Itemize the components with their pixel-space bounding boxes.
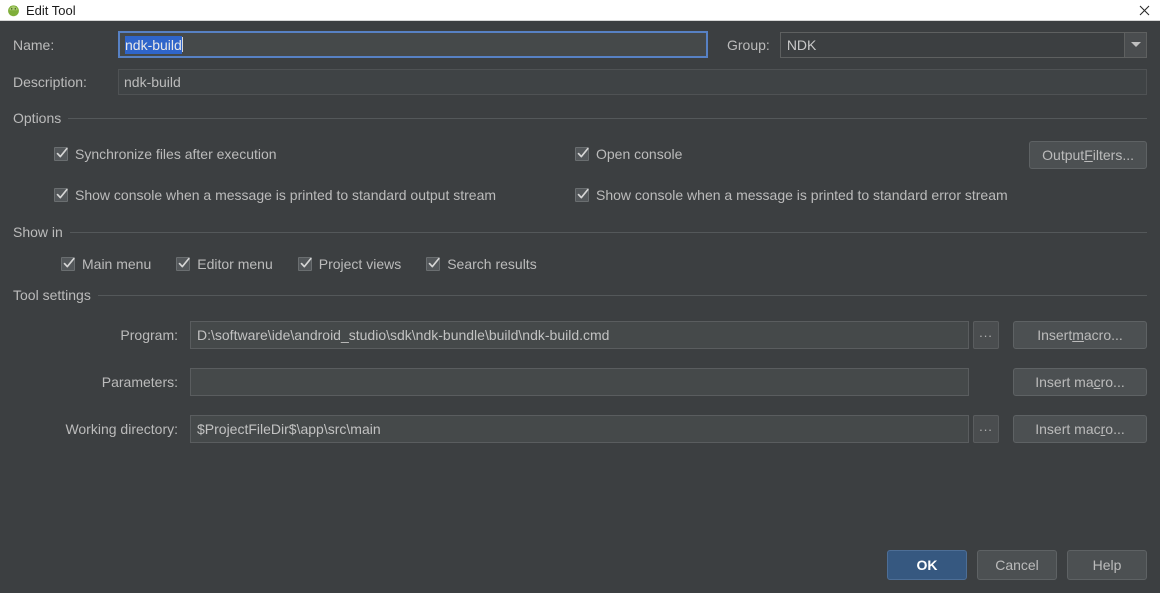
checkbox-label: Main menu [82,256,152,272]
show-in-section: Show in Main menu Editor menu Project vi… [13,224,1147,272]
tool-settings-section-title: Tool settings [13,287,91,303]
close-icon[interactable] [1136,2,1152,18]
parameters-label: Parameters: [101,374,178,390]
checkbox-label: Synchronize files after execution [75,146,277,162]
options-cell-stderr: Show console when a message is printed t… [575,187,1147,205]
options-checkbox-rows: Synchronize files after execution Open c… [13,141,1147,209]
group-combobox-value: NDK [786,36,817,53]
insert-macro-prefix: Insert ma [1035,374,1094,390]
options-row-2: Show console when a message is printed t… [13,183,1147,209]
titlebar-left-group: Edit Tool [7,4,76,17]
checkbox-label: Project views [318,256,402,272]
checkmark-icon [297,257,312,271]
chevron-down-icon[interactable] [1124,32,1146,57]
checkbox-synchronize-files[interactable]: Synchronize files after execution [54,146,277,162]
checkmark-icon [176,257,191,271]
options-row-1: Synchronize files after execution Open c… [13,141,1147,169]
checkmark-icon [575,147,589,161]
checkmark-icon [54,188,68,202]
insert-macro-prefix: Insert mac [1035,421,1101,437]
name-group-row: Name: ndk-build Group: NDK [13,21,1147,58]
parameters-insert-macro-button[interactable]: Insert ma c ro... [1013,368,1147,396]
checkbox-editor-menu[interactable]: Editor menu [176,256,273,272]
window-title: Edit Tool [26,2,76,18]
program-input[interactable]: D:\software\ide\android_studio\sdk\ndk-b… [190,321,969,349]
dialog-footer: OK Cancel Help [887,550,1147,580]
checkbox-label: Open console [596,146,683,162]
parameters-input[interactable] [190,368,969,396]
text-caret [181,37,183,52]
output-filters-mnemonic: F [1084,147,1093,163]
insert-macro-mnemonic: c [1093,374,1101,390]
description-input[interactable]: ndk-build [118,69,1147,95]
android-head-icon [7,4,20,17]
program-insert-macro-button[interactable]: Insert m acro... [1013,321,1147,349]
description-input-value: ndk-build [124,74,181,90]
checkbox-label: Show console when a message is printed t… [596,187,1008,203]
insert-macro-prefix: Insert [1037,327,1073,343]
checkbox-show-console-stderr[interactable]: Show console when a message is printed t… [575,187,1008,203]
options-cell-sync: Synchronize files after execution [13,146,575,164]
output-filters-button[interactable]: Output Filters... [1029,141,1147,169]
section-divider [68,117,1147,119]
parameters-row: Parameters: Insert ma c ro... [13,368,1147,396]
checkbox-label: Show console when a message is printed t… [75,187,497,203]
group-combobox[interactable]: NDK [779,31,1147,58]
description-label: Description: [13,74,87,90]
checkbox-label: Editor menu [197,256,273,272]
description-row: Description: ndk-build [13,69,1147,95]
working-directory-input-value: $ProjectFileDir$\app\src\main [197,421,381,437]
checkbox-main-menu[interactable]: Main menu [61,256,151,272]
tool-settings-section: Tool settings Program: D:\software\ide\a… [13,287,1147,443]
insert-macro-suffix: ro... [1100,374,1125,390]
options-section-title: Options [13,110,62,126]
options-cell-stdout: Show console when a message is printed t… [13,187,575,205]
tool-settings-section-header: Tool settings [13,287,1147,303]
show-in-section-title: Show in [13,224,63,240]
program-input-value: D:\software\ide\android_studio\sdk\ndk-b… [197,327,610,343]
checkmark-icon [426,257,441,271]
edit-tool-dialog: Name: ndk-build Group: NDK Description: … [0,21,1160,593]
name-label: Name: [13,36,55,53]
section-divider [69,231,1147,233]
insert-macro-suffix: o... [1105,421,1125,437]
ok-button[interactable]: OK [887,550,967,580]
checkmark-icon [575,188,589,202]
insert-macro-suffix: acro... [1083,327,1123,343]
window-titlebar: Edit Tool [0,0,1160,21]
checkbox-open-console[interactable]: Open console [575,146,682,162]
checkmark-icon [54,147,68,161]
options-section-header: Options [13,110,1147,126]
show-in-checkbox-row: Main menu Editor menu Project views Sear… [13,256,1147,272]
output-filters-suffix: ilters... [1092,147,1134,163]
checkbox-show-console-stdout[interactable]: Show console when a message is printed t… [54,187,496,203]
checkbox-project-views[interactable]: Project views [297,256,402,272]
checkmark-icon [61,257,75,271]
show-in-section-header: Show in [13,224,1147,240]
help-button[interactable]: Help [1067,550,1147,580]
checkbox-search-results[interactable]: Search results [426,256,537,272]
working-directory-insert-macro-button[interactable]: Insert mac r o... [1013,415,1147,443]
options-section: Options Synchronize files after executio… [13,110,1147,209]
working-directory-label: Working directory: [65,421,178,437]
output-filters-prefix: Output [1042,147,1085,163]
working-directory-browse-button[interactable]: ... [973,415,999,443]
working-directory-input[interactable]: $ProjectFileDir$\app\src\main [190,415,969,443]
program-row: Program: D:\software\ide\android_studio\… [13,321,1147,349]
cancel-button[interactable]: Cancel [977,550,1057,580]
checkbox-label: Search results [447,256,537,272]
program-label: Program: [120,327,178,343]
insert-macro-mnemonic: m [1072,327,1084,343]
program-browse-button[interactable]: ... [973,321,999,349]
group-label: Group: [727,36,770,53]
tool-settings-rows: Program: D:\software\ide\android_studio\… [13,321,1147,443]
name-input[interactable]: ndk-build [118,31,708,58]
name-input-value: ndk-build [125,35,182,54]
working-directory-row: Working directory: $ProjectFileDir$\app\… [13,415,1147,443]
section-divider [97,294,1147,296]
